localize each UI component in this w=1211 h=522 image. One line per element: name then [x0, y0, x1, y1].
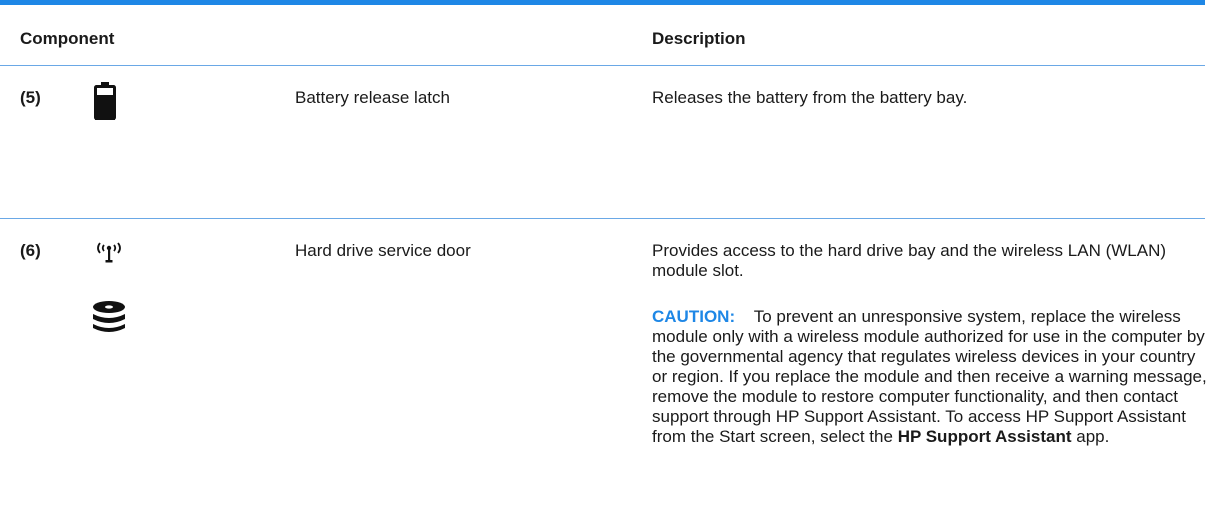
component-name: Hard drive service door	[295, 241, 471, 260]
header-divider	[0, 65, 1205, 66]
component-name: Battery release latch	[295, 88, 450, 107]
hard-drive-icon	[92, 301, 126, 338]
caution-suffix: app.	[1076, 427, 1110, 446]
caution-label: CAUTION:	[652, 307, 736, 326]
caution-note: CAUTION: To prevent an unresponsive syst…	[652, 307, 1207, 447]
row-divider	[0, 218, 1205, 219]
caution-bold-app: HP Support Assistant	[897, 427, 1072, 446]
battery-icon	[94, 82, 116, 125]
row-number: (5)	[20, 88, 41, 107]
table-header-row: Component Description	[0, 5, 1205, 65]
wireless-icon	[94, 240, 124, 269]
caution-text: To prevent an unresponsive system, repla…	[652, 307, 1207, 446]
component-description: Releases the battery from the battery ba…	[652, 88, 968, 107]
header-description: Description	[652, 29, 746, 48]
component-table: Component Description (5) Battery releas…	[0, 0, 1207, 522]
row-number: (6)	[20, 241, 41, 260]
component-description: Provides access to the hard drive bay an…	[652, 241, 1167, 280]
header-component: Component	[20, 29, 115, 48]
